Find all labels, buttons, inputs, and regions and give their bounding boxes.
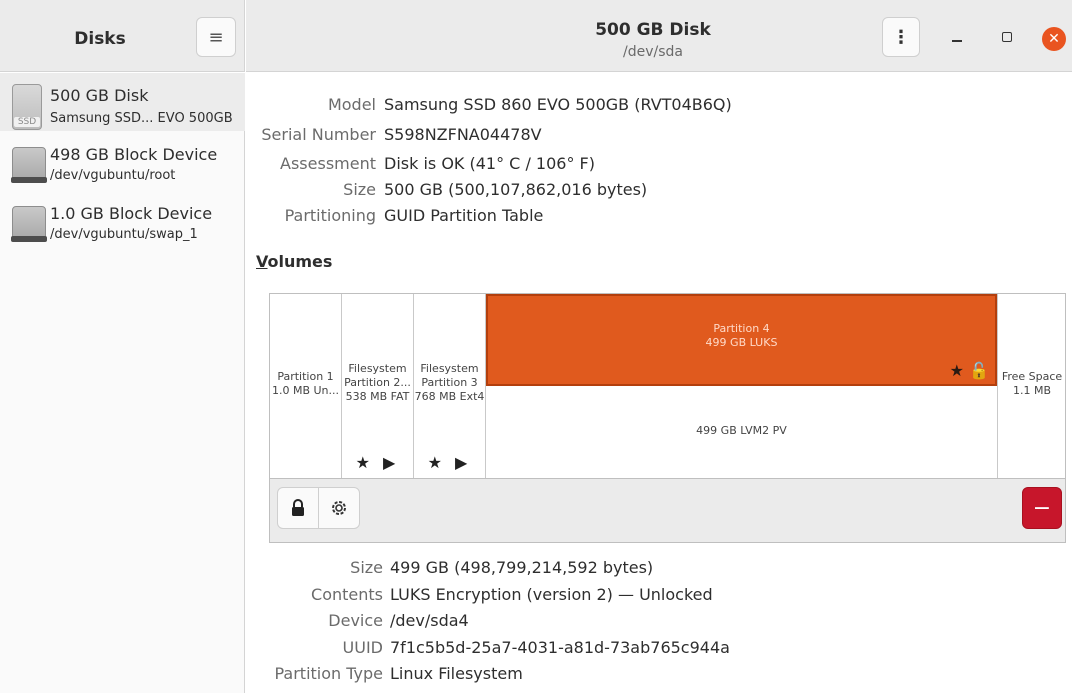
- volume-toolbar: −: [269, 479, 1066, 543]
- block-device-icon: [11, 147, 47, 183]
- info-row-partitioning: Partitioning GUID Partition Table: [246, 206, 544, 228]
- block-device-icon: [11, 206, 47, 242]
- detail-row-contents: Contents LUKS Encryption (version 2) — U…: [246, 585, 713, 607]
- sidebar-header: Disks ≡: [0, 0, 245, 72]
- detail-row-uuid: UUID 7f1c5b5d-25a7-4031-a81d-73ab765c944…: [246, 638, 730, 660]
- info-row-size: Size 500 GB (500,107,862,016 bytes): [246, 180, 647, 202]
- free-space-block[interactable]: Free Space 1.1 MB: [998, 294, 1066, 478]
- detail-value: /dev/sda4: [390, 611, 469, 630]
- minimize-icon: [952, 40, 962, 42]
- maximize-button[interactable]: [996, 26, 1018, 48]
- lvm-volume-block[interactable]: 499 GB LVM2 PV: [486, 386, 997, 478]
- detail-key: UUID: [342, 638, 383, 657]
- info-key: Serial Number: [261, 125, 376, 144]
- minimize-button[interactable]: [946, 26, 968, 48]
- info-value: 500 GB (500,107,862,016 bytes): [384, 180, 648, 199]
- vertical-ellipsis-icon: ⋮: [892, 26, 910, 48]
- partition-2-block[interactable]: Filesystem Partition 2... 538 MB FAT ★ ▶: [342, 294, 414, 478]
- partition-3-block[interactable]: Filesystem Partition 3 768 MB Ext4 ★ ▶: [414, 294, 486, 478]
- mount-star-play-icons: ★ ▶: [355, 453, 400, 472]
- detail-value: 7f1c5b5d-25a7-4031-a81d-73ab765c944a: [390, 638, 730, 657]
- lock-icon: [292, 499, 304, 516]
- partition-1-block[interactable]: Partition 1 1.0 MB Un...: [270, 294, 342, 478]
- info-row-model: Model Samsung SSD 860 EVO 500GB (RVT04B6…: [246, 95, 732, 117]
- close-icon: ✕: [1048, 31, 1060, 47]
- info-row-assessment: Assessment Disk is OK (41° C / 106° F): [246, 154, 595, 176]
- minus-icon: −: [1032, 495, 1052, 521]
- close-button[interactable]: ✕: [1042, 27, 1066, 51]
- info-value: GUID Partition Table: [384, 206, 544, 225]
- main-header: 500 GB Disk /dev/sda ⋮ ✕: [246, 0, 1072, 72]
- info-value: Samsung SSD 860 EVO 500GB (RVT04B6Q): [384, 95, 732, 114]
- info-key: Size: [343, 180, 376, 199]
- partition-map: Partition 1 1.0 MB Un... Filesystem Part…: [269, 293, 1066, 479]
- gear-icon: [332, 501, 346, 515]
- star-icon: ★: [949, 361, 964, 380]
- device-subtitle: /dev/vgubuntu/root: [50, 168, 176, 183]
- mount-star-play-icons: ★ ▶: [427, 453, 472, 472]
- info-key: Assessment: [280, 154, 376, 173]
- luks-partition-block[interactable]: Partition 4 499 GB LUKS ★ 🔓: [486, 294, 997, 386]
- info-row-serial: Serial Number S598NZFNA04478V: [246, 125, 541, 147]
- volumes-heading: Volumes: [256, 252, 333, 271]
- partition-4-block: Partition 4 499 GB LUKS ★ 🔓 499 GB LVM2 …: [486, 294, 998, 478]
- detail-value: LUKS Encryption (version 2) — Unlocked: [390, 585, 713, 604]
- device-name: 500 GB Disk: [50, 86, 149, 105]
- hamburger-menu-icon: ≡: [208, 26, 224, 48]
- sidebar-title: Disks: [74, 29, 126, 49]
- detail-row-partition-type: Partition Type Linux Filesystem: [246, 664, 522, 686]
- info-key: Model: [327, 95, 376, 114]
- info-value: Disk is OK (41° C / 106° F): [384, 154, 595, 173]
- maximize-icon: [1002, 32, 1012, 42]
- hamburger-menu-button[interactable]: ≡: [196, 17, 236, 57]
- delete-partition-button[interactable]: −: [1022, 487, 1062, 529]
- ssd-icon: SSD: [12, 84, 42, 130]
- unlocked-icon: 🔓: [969, 361, 989, 380]
- detail-value: Linux Filesystem: [390, 664, 523, 683]
- device-subtitle: /dev/vgubuntu/swap_1: [50, 227, 198, 242]
- detail-key: Size: [350, 558, 383, 577]
- detail-row-size: Size 499 GB (498,799,214,592 bytes): [246, 558, 653, 580]
- info-value: S598NZFNA04478V: [384, 125, 542, 144]
- volume-settings-button[interactable]: [318, 487, 360, 529]
- detail-row-device: Device /dev/sda4: [246, 611, 468, 633]
- detail-key: Device: [328, 611, 383, 630]
- detail-key: Partition Type: [274, 664, 383, 683]
- disk-menu-button[interactable]: ⋮: [882, 17, 920, 57]
- detail-key: Contents: [311, 585, 383, 604]
- lock-volume-button[interactable]: [277, 487, 319, 529]
- info-key: Partitioning: [284, 206, 376, 225]
- detail-value: 499 GB (498,799,214,592 bytes): [390, 558, 654, 577]
